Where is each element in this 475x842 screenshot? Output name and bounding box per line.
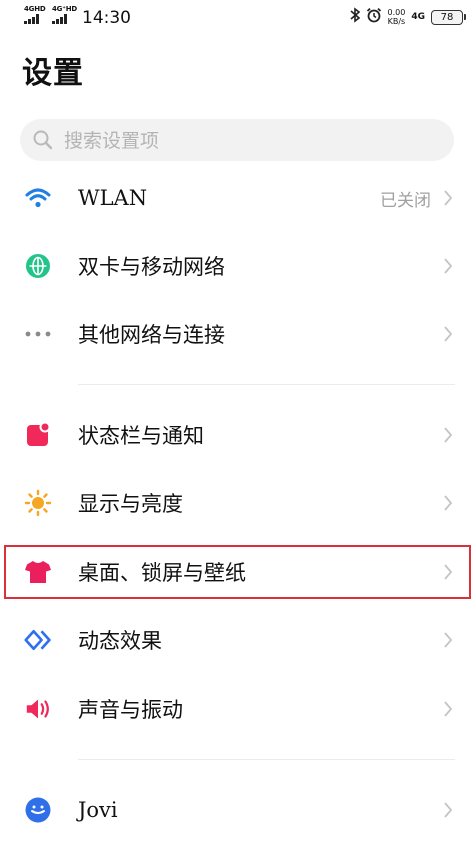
network-speed-value: 0.00 xyxy=(387,8,406,17)
settings-item-desktop-wallpaper[interactable]: 桌面、锁屏与壁纸 xyxy=(0,540,475,604)
settings-item-label: WLAN xyxy=(78,186,148,210)
settings-item-label: 声音与振动 xyxy=(78,698,183,722)
chevron-right-icon xyxy=(443,189,453,211)
chevron-right-icon xyxy=(443,325,453,347)
settings-item-dual-sim[interactable]: 双卡与移动网络 xyxy=(0,234,475,298)
diamond-icon xyxy=(24,626,52,654)
settings-item-status-bar[interactable]: 状态栏与通知 xyxy=(0,403,475,467)
settings-item-label: 桌面、锁屏与壁纸 xyxy=(78,561,246,585)
sim1-signal-icon: 4GHD xyxy=(24,6,46,24)
sun-icon xyxy=(24,489,52,517)
settings-item-label: 显示与亮度 xyxy=(78,492,183,516)
sim2-label: 4G⁺HD xyxy=(52,5,77,13)
notification-icon xyxy=(24,421,52,449)
settings-item-label: 状态栏与通知 xyxy=(78,424,204,448)
sim1-label: 4GHD xyxy=(24,5,46,13)
chevron-right-icon xyxy=(443,631,453,653)
settings-item-jovi[interactable]: Jovi xyxy=(0,778,475,842)
section-divider xyxy=(78,384,455,385)
globe-icon xyxy=(24,252,52,280)
page-title: 设置 xyxy=(22,56,84,91)
bluetooth-icon xyxy=(350,7,360,27)
search-bar[interactable] xyxy=(20,119,454,163)
settings-item-sound[interactable]: 声音与振动 xyxy=(0,677,475,741)
settings-item-label: 双卡与移动网络 xyxy=(78,255,225,279)
status-time: 14:30 xyxy=(82,8,131,28)
settings-item-other-networks[interactable]: 其他网络与连接 xyxy=(0,302,475,366)
battery-icon: 78 xyxy=(431,9,466,25)
more-dots-icon xyxy=(24,320,52,348)
status-bar: 4GHD 4G⁺HD 14:30 0.00 KB/s 4G 78 xyxy=(0,0,475,36)
settings-item-wlan[interactable]: WLAN 已关闭 xyxy=(0,166,475,230)
network-speed: 0.00 KB/s xyxy=(388,8,406,26)
network-speed-unit: KB/s xyxy=(387,17,406,26)
chevron-right-icon xyxy=(443,563,453,585)
settings-item-label: 动态效果 xyxy=(78,629,162,653)
section-divider xyxy=(78,759,455,760)
alarm-icon xyxy=(366,7,382,27)
wifi-icon xyxy=(24,184,52,212)
settings-item-label: Jovi xyxy=(78,798,118,822)
chevron-right-icon xyxy=(443,801,453,823)
settings-item-animation[interactable]: 动态效果 xyxy=(0,608,475,672)
search-input[interactable] xyxy=(62,119,446,163)
network-type: 4G xyxy=(411,12,425,22)
speaker-icon xyxy=(24,695,52,723)
settings-item-label: 其他网络与连接 xyxy=(78,323,225,347)
chevron-right-icon xyxy=(443,426,453,448)
sim2-signal-icon: 4G⁺HD xyxy=(52,6,77,24)
chevron-right-icon xyxy=(443,494,453,516)
search-icon xyxy=(32,129,54,155)
chevron-right-icon xyxy=(443,700,453,722)
settings-item-display[interactable]: 显示与亮度 xyxy=(0,471,475,535)
chevron-right-icon xyxy=(443,257,453,279)
jovi-icon xyxy=(24,796,52,824)
battery-level: 78 xyxy=(440,11,454,23)
tshirt-icon xyxy=(24,558,52,586)
wlan-status: 已关闭 xyxy=(380,190,431,211)
